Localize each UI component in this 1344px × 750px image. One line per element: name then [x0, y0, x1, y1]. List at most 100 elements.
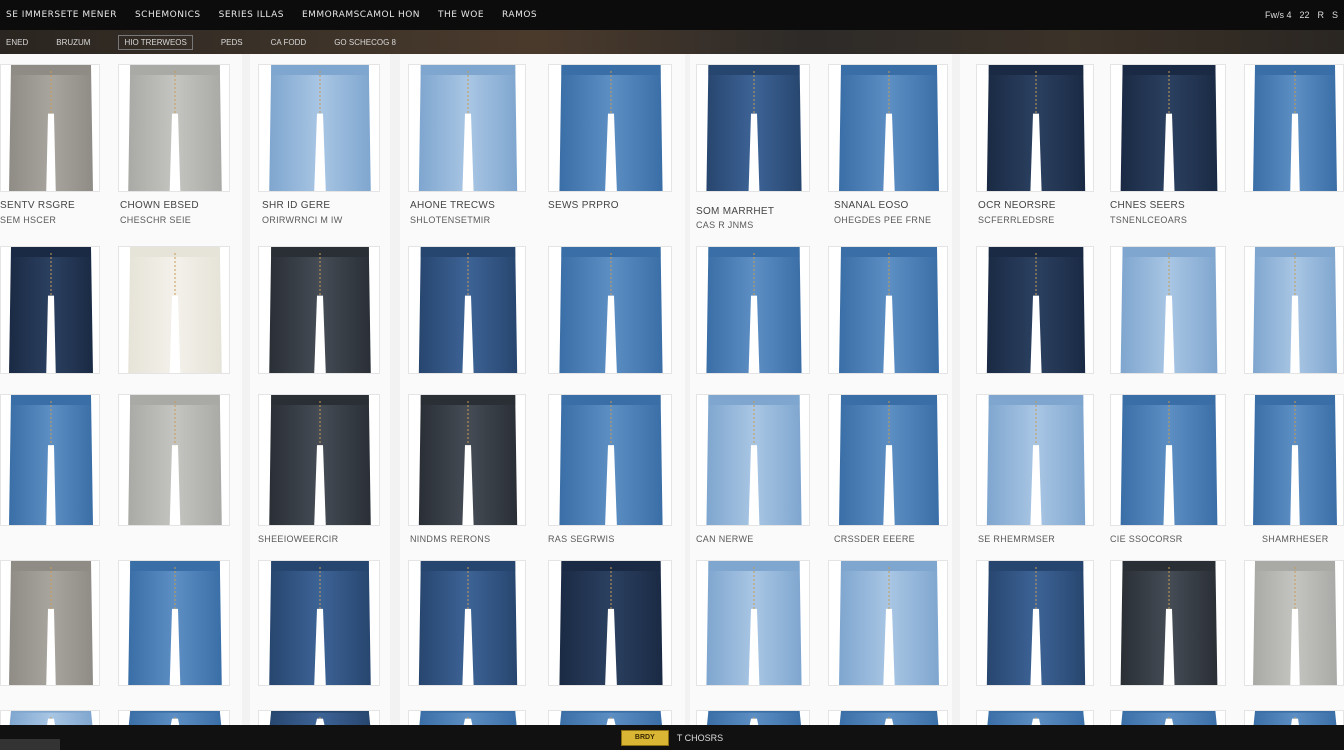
product-card[interactable] — [696, 394, 810, 526]
product-card[interactable] — [258, 64, 380, 192]
product-title[interactable]: CIE SSOCORSR — [1110, 534, 1183, 544]
product-card[interactable] — [828, 64, 948, 192]
waistband — [420, 711, 516, 713]
category-tab-4[interactable]: PEDS — [221, 38, 243, 47]
product-card[interactable] — [828, 710, 948, 725]
product-card[interactable] — [696, 64, 810, 192]
waistband — [561, 561, 661, 571]
product-card[interactable] — [976, 560, 1094, 686]
waistband — [708, 247, 800, 257]
product-card[interactable] — [976, 394, 1094, 526]
product-title[interactable]: NINDMS RERONS — [410, 534, 490, 544]
product-card[interactable] — [1110, 394, 1226, 526]
product-card[interactable] — [1110, 64, 1226, 192]
waistband — [988, 65, 1084, 75]
product-title[interactable]: CHOWN EBSED — [120, 200, 199, 211]
waistband — [841, 65, 937, 75]
nav-item-2[interactable]: SCHEMONICS — [135, 10, 201, 20]
product-card[interactable] — [1244, 710, 1344, 725]
product-card[interactable] — [408, 710, 526, 725]
product-title[interactable]: CRSSDER EEERE — [834, 534, 915, 544]
product-card[interactable] — [1244, 394, 1344, 526]
product-card[interactable] — [1244, 560, 1344, 686]
product-title[interactable]: OCR NEORSRE — [978, 200, 1056, 211]
product-title[interactable]: SNANAL EOSO — [834, 200, 909, 211]
product-card[interactable] — [828, 560, 948, 686]
brand-logo[interactable]: BRDY — [620, 729, 669, 746]
product-card[interactable] — [118, 394, 230, 526]
product-card[interactable] — [408, 64, 526, 192]
nav-item-5[interactable]: THE WOE — [438, 10, 484, 20]
cart-icon[interactable]: S — [1332, 10, 1338, 20]
product-card[interactable] — [408, 246, 526, 374]
product-card[interactable] — [258, 710, 380, 725]
product-card[interactable] — [258, 394, 380, 526]
category-tab-3[interactable]: HIO TRERWEOS — [118, 34, 193, 50]
jeans-image — [418, 395, 518, 525]
product-subtitle: SCFERRLEDSRE — [978, 215, 1055, 225]
product-card[interactable] — [696, 710, 810, 725]
footer-tab[interactable] — [0, 739, 60, 750]
product-card[interactable] — [828, 246, 948, 374]
search-icon[interactable]: R — [1317, 10, 1324, 20]
product-title[interactable]: CAN NERWE — [696, 534, 754, 544]
product-title[interactable]: AHONE TRECWS — [410, 200, 495, 211]
product-title[interactable]: CHNES SEERS — [1110, 200, 1185, 211]
product-card[interactable] — [1244, 64, 1344, 192]
product-card[interactable] — [976, 710, 1094, 725]
product-title[interactable]: SHAMRHESER — [1262, 534, 1329, 544]
nav-item-4[interactable]: EMMORAMSCAMOL HON — [302, 10, 420, 20]
category-tab-5[interactable]: CA FODD — [271, 38, 307, 47]
product-card[interactable] — [0, 394, 100, 526]
product-card[interactable] — [0, 560, 100, 686]
waistband — [1255, 711, 1335, 713]
product-card[interactable] — [408, 394, 526, 526]
account-link[interactable]: Fw/s 4 — [1265, 10, 1292, 20]
product-card[interactable] — [548, 394, 672, 526]
product-title[interactable]: SHR ID GERE — [262, 200, 330, 211]
product-card[interactable] — [118, 64, 230, 192]
nav-item-1[interactable]: SE IMMERSETE MENER — [6, 10, 117, 20]
category-tab-2[interactable]: BRUZUM — [56, 38, 90, 47]
product-card[interactable] — [548, 560, 672, 686]
jeans-image — [1120, 65, 1218, 191]
product-card[interactable] — [258, 560, 380, 686]
product-card[interactable] — [1244, 246, 1344, 374]
product-card[interactable] — [828, 394, 948, 526]
waistband — [130, 561, 220, 571]
category-tab-1[interactable]: ENED — [6, 38, 28, 47]
footer-bar: BRDY T CHOSRS — [0, 725, 1344, 750]
product-card[interactable] — [118, 246, 230, 374]
nav-item-3[interactable]: SERIES ILLAS — [219, 10, 284, 20]
product-card[interactable] — [258, 246, 380, 374]
product-card[interactable] — [408, 560, 526, 686]
product-title[interactable]: SEWS PRPRO — [548, 200, 619, 211]
jeans-image — [706, 247, 802, 373]
nav-item-6[interactable]: RAMOS — [502, 10, 537, 20]
product-card[interactable] — [1110, 246, 1226, 374]
product-title[interactable]: SHEEIOWEERCIR — [258, 534, 338, 544]
product-card[interactable] — [548, 710, 672, 725]
product-title[interactable]: SE RHEMRMSER — [978, 534, 1055, 544]
jeans-image — [1253, 65, 1337, 191]
product-title[interactable]: SENTV RSGRE — [0, 200, 75, 211]
product-card[interactable] — [0, 64, 100, 192]
product-card[interactable] — [1110, 560, 1226, 686]
product-card[interactable] — [696, 560, 810, 686]
product-title[interactable]: RAS SEGRWIS — [548, 534, 615, 544]
wishlist-link[interactable]: 22 — [1299, 10, 1309, 20]
product-card[interactable] — [0, 246, 100, 374]
product-card[interactable] — [0, 710, 100, 725]
product-card[interactable] — [548, 246, 672, 374]
product-card[interactable] — [118, 710, 230, 725]
product-card[interactable] — [548, 64, 672, 192]
product-card[interactable] — [976, 246, 1094, 374]
product-card[interactable] — [976, 64, 1094, 192]
waistband — [11, 561, 91, 571]
product-card[interactable] — [1110, 710, 1226, 725]
product-card[interactable] — [118, 560, 230, 686]
waistband — [988, 247, 1084, 257]
product-card[interactable] — [696, 246, 810, 374]
product-title[interactable]: SOM MARRHET — [696, 206, 774, 217]
category-tab-6[interactable]: GO SCHECOG 8 — [334, 38, 396, 47]
